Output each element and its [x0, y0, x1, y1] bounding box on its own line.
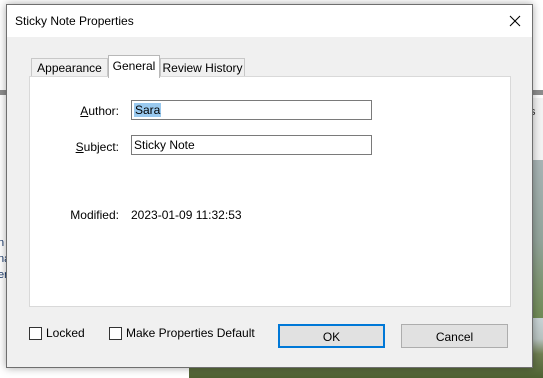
- subject-label-rest: ubject:: [83, 140, 119, 154]
- make-properties-default-label: Make Properties Default: [126, 326, 255, 340]
- tab-appearance[interactable]: Appearance: [31, 58, 108, 77]
- close-icon: [509, 15, 521, 27]
- author-value-selected: Sara: [134, 103, 162, 117]
- subject-label: Subject:: [67, 140, 119, 154]
- locked-checkbox-box[interactable]: [29, 326, 42, 340]
- subject-value: Sticky Note: [134, 138, 195, 152]
- modified-value: 2023-01-09 11:32:53: [131, 208, 242, 222]
- ok-button[interactable]: OK: [278, 324, 385, 348]
- subject-field[interactable]: Sticky Note: [131, 135, 372, 155]
- title-bar[interactable]: Sticky Note Properties: [7, 5, 532, 37]
- subject-label-mnemonic: S: [75, 140, 84, 154]
- modified-label: Modified:: [70, 208, 119, 222]
- locked-label: Locked: [46, 326, 85, 340]
- make-properties-default-checkbox[interactable]: Make Properties Default: [109, 325, 255, 341]
- locked-checkbox[interactable]: Locked: [29, 325, 85, 341]
- sticky-note-properties-dialog: Sticky Note Properties Appearance Genera…: [6, 4, 533, 368]
- dialog-title: Sticky Note Properties: [15, 14, 134, 28]
- tab-general[interactable]: General: [108, 55, 160, 78]
- background-text-fragment: n: [0, 237, 5, 249]
- author-label: Author:: [71, 104, 119, 118]
- cancel-button[interactable]: Cancel: [401, 324, 508, 348]
- author-label-rest: uthor:: [88, 104, 119, 118]
- author-field[interactable]: Sara: [131, 100, 372, 120]
- make-properties-default-checkbox-box[interactable]: [109, 326, 122, 340]
- close-button[interactable]: [498, 5, 532, 37]
- tab-review-history[interactable]: Review History: [160, 58, 245, 77]
- general-tab-panel: Author: Sara Subject: Sticky Note Modifi…: [29, 76, 511, 307]
